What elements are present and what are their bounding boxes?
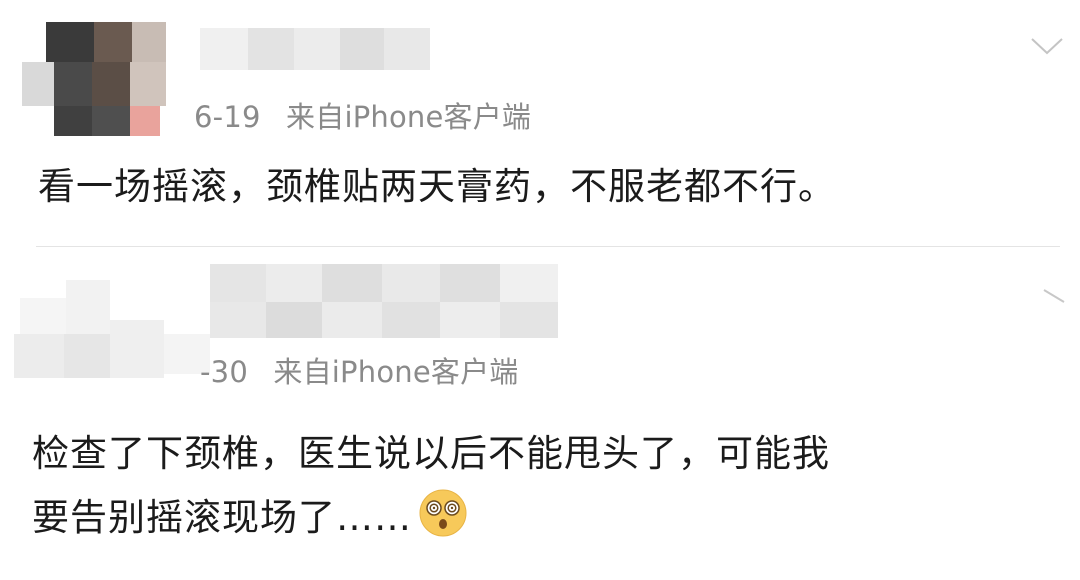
comment-content: 看一场摇滚，颈椎贴两天膏药，不服老都不行。 <box>38 155 836 219</box>
comment-source: 来自iPhone客户端 <box>273 355 519 389</box>
comment-date: -30 <box>200 355 248 389</box>
comment-meta: 6-19 来自iPhone客户端 <box>194 94 531 136</box>
comment-source: 来自iPhone客户端 <box>286 100 532 134</box>
comment-content: 检查了下颈椎，医生说以后不能甩头了，可能我 要告别摇滚现场了…… <box>32 422 830 550</box>
comment-meta: -30 来自iPhone客户端 <box>200 349 518 391</box>
content-line: 检查了下颈椎，医生说以后不能甩头了，可能我 <box>32 432 830 475</box>
comment-item: -30 来自iPhone客户端 检查了下颈椎，医生说以后不能甩头了，可能我 要告… <box>0 250 1080 580</box>
content-line-text: 要告别摇滚现场了…… <box>32 496 412 539</box>
comment-date: 6-19 <box>194 100 261 134</box>
dizzy-face-emoji <box>419 489 467 537</box>
chevron-down-icon[interactable] <box>1042 288 1066 304</box>
chevron-down-icon[interactable] <box>1030 36 1064 56</box>
comment-item: 6-19 来自iPhone客户端 看一场摇滚，颈椎贴两天膏药，不服老都不行。 <box>0 0 1080 250</box>
content-line: 看一场摇滚，颈椎贴两天膏药，不服老都不行。 <box>38 165 836 208</box>
content-line: 要告别摇滚现场了…… <box>32 486 830 550</box>
divider <box>36 246 1060 247</box>
